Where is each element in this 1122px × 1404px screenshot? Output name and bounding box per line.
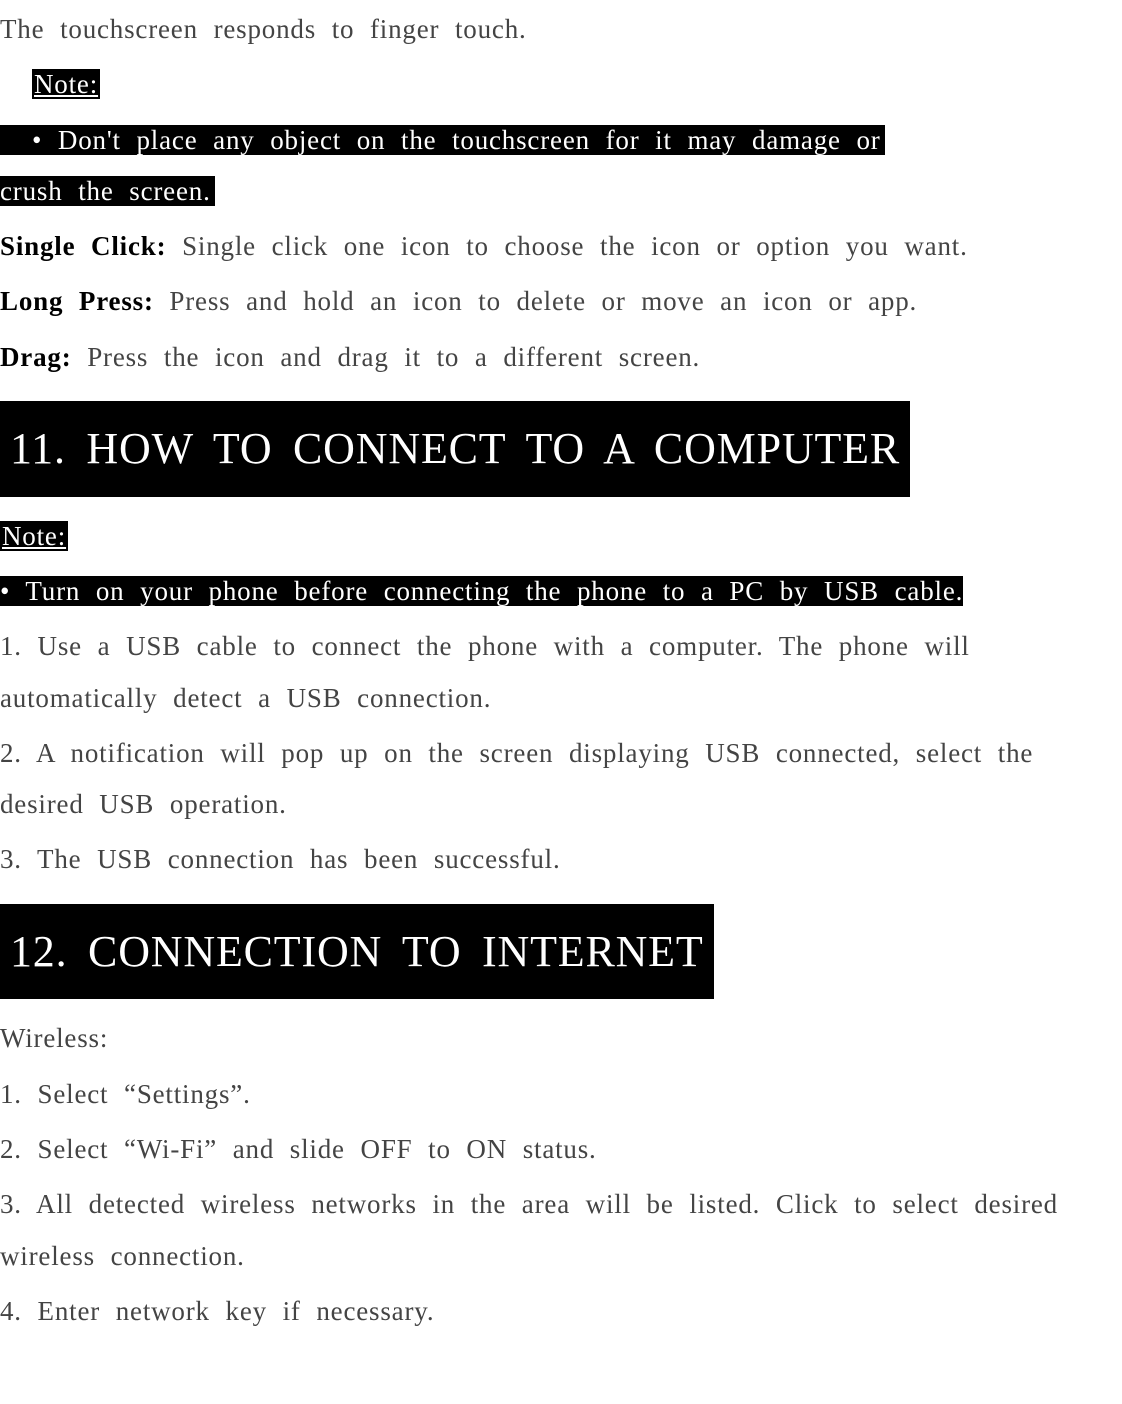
intro-text: The touchscreen responds to finger touch… (0, 4, 1122, 55)
wifi-step-2: 2. Select “Wi-Fi” and slide OFF to ON st… (0, 1124, 1122, 1175)
heading-12: 12. CONNECTION TO INTERNET (0, 904, 714, 1000)
wifi-step-1: 1. Select “Settings”. (0, 1069, 1122, 1120)
step-11-3: 3. The USB connection has been successfu… (0, 834, 1122, 885)
drag-text: Press the icon and drag it to a differen… (72, 342, 701, 372)
note-body-line2: crush the screen. (0, 176, 215, 206)
note-body-line1: • Don't place any object on the touchscr… (0, 125, 885, 155)
step-11-2: 2. A notification will pop up on the scr… (0, 728, 1122, 831)
wireless-label: Wireless: (0, 1013, 1122, 1064)
step-11-1: 1. Use a USB cable to connect the phone … (0, 621, 1122, 724)
single-click-text: Single click one icon to choose the icon… (166, 231, 967, 261)
note-label: Note: (32, 69, 100, 99)
long-press-label: Long Press: (0, 286, 154, 316)
drag-label: Drag: (0, 342, 72, 372)
long-press-text: Press and hold an icon to delete or move… (154, 286, 917, 316)
heading-11: 11. HOW TO CONNECT TO A COMPUTER (0, 401, 910, 497)
single-click-label: Single Click: (0, 231, 166, 261)
note2-body: • Turn on your phone before connecting t… (0, 576, 963, 606)
wifi-step-4: 4. Enter network key if necessary. (0, 1286, 1122, 1337)
wifi-step-3: 3. All detected wireless networks in the… (0, 1179, 1122, 1282)
note2-label: Note: (0, 521, 68, 551)
